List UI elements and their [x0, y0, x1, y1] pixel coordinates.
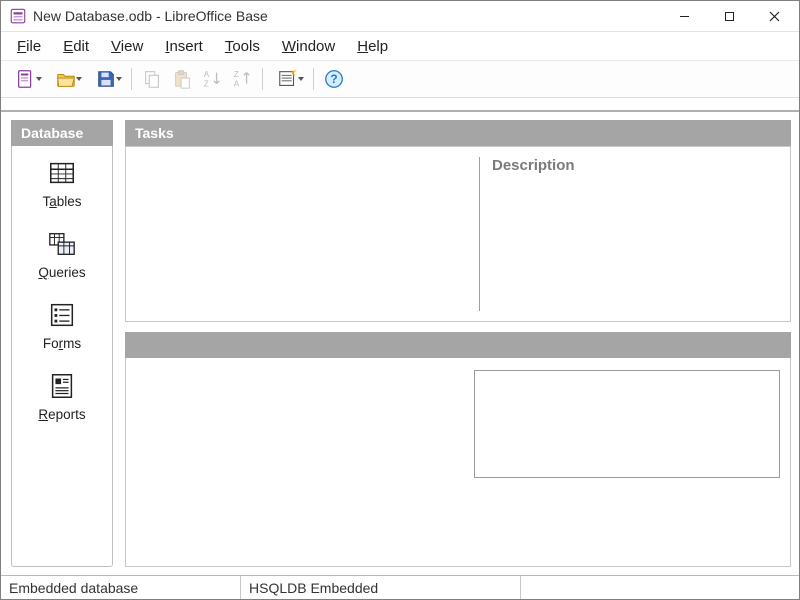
- database-panel-body: Tables Queries Forms Reports: [11, 146, 113, 567]
- form-wizard-button[interactable]: [269, 65, 307, 93]
- right-column: Tasks Description: [125, 120, 791, 567]
- toolbar-separator: [313, 68, 314, 90]
- sort-asc-button: AZ: [198, 65, 226, 93]
- open-button[interactable]: [47, 65, 85, 93]
- toolbar-separator: [262, 68, 263, 90]
- sidebar-item-tables[interactable]: Tables: [17, 152, 107, 211]
- sidebar-item-reports[interactable]: Reports: [17, 365, 107, 424]
- queries-icon: [47, 229, 77, 259]
- sidebar-item-forms[interactable]: Forms: [17, 294, 107, 353]
- reports-icon: [47, 371, 77, 401]
- database-panel: Database Tables Queries Forms: [11, 120, 113, 567]
- menu-help[interactable]: Help: [347, 34, 398, 59]
- close-button[interactable]: [752, 2, 797, 31]
- toolbar: AZ ZA ?: [1, 60, 799, 98]
- preview-box: [474, 370, 780, 478]
- sidebar-item-label: Queries: [38, 265, 85, 280]
- database-panel-header: Database: [11, 120, 113, 146]
- svg-text:Z: Z: [234, 70, 239, 79]
- description-label: Description: [492, 157, 778, 174]
- menu-file[interactable]: File: [7, 34, 51, 59]
- svg-text:?: ?: [330, 72, 337, 86]
- svg-text:A: A: [204, 70, 210, 79]
- menu-view[interactable]: View: [101, 34, 153, 59]
- status-empty: [521, 576, 799, 599]
- paste-button: [168, 65, 196, 93]
- sidebar-item-label: Reports: [38, 407, 85, 422]
- tasks-list: [126, 147, 479, 321]
- menu-insert[interactable]: Insert: [155, 34, 213, 59]
- status-db-engine: HSQLDB Embedded: [241, 576, 521, 599]
- titlebar: New Database.odb - LibreOffice Base: [1, 1, 799, 32]
- sidebar-item-label: Tables: [42, 194, 81, 209]
- objects-panel-header: [125, 332, 791, 358]
- tasks-panel-body: Description: [125, 146, 791, 322]
- app-icon: [9, 7, 27, 25]
- help-button[interactable]: ?: [320, 65, 348, 93]
- svg-text:A: A: [234, 79, 240, 88]
- objects-panel-body: [125, 358, 791, 567]
- sidebar-item-queries[interactable]: Queries: [17, 223, 107, 282]
- forms-icon: [47, 300, 77, 330]
- tables-icon: [47, 158, 77, 188]
- sort-desc-button: ZA: [228, 65, 256, 93]
- menu-tools[interactable]: Tools: [215, 34, 270, 59]
- window-title: New Database.odb - LibreOffice Base: [33, 8, 268, 24]
- menu-window[interactable]: Window: [272, 34, 345, 59]
- minimize-button[interactable]: [662, 2, 707, 31]
- maximize-button[interactable]: [707, 2, 752, 31]
- new-document-button[interactable]: [7, 65, 45, 93]
- menu-edit[interactable]: Edit: [53, 34, 99, 59]
- menubar: File Edit View Insert Tools Window Help: [1, 32, 799, 60]
- workspace: Database Tables Queries Forms: [1, 112, 799, 575]
- copy-button: [138, 65, 166, 93]
- objects-panel: [125, 332, 791, 567]
- toolbar-separator: [131, 68, 132, 90]
- sidebar-item-label: Forms: [43, 336, 81, 351]
- save-button[interactable]: [87, 65, 125, 93]
- status-db-type: Embedded database: [1, 576, 241, 599]
- tasks-panel-header: Tasks: [125, 120, 791, 146]
- statusbar: Embedded database HSQLDB Embedded: [1, 575, 799, 599]
- tasks-description: Description: [480, 147, 790, 321]
- tasks-panel: Tasks Description: [125, 120, 791, 322]
- divider: [1, 98, 799, 112]
- svg-text:Z: Z: [204, 79, 209, 88]
